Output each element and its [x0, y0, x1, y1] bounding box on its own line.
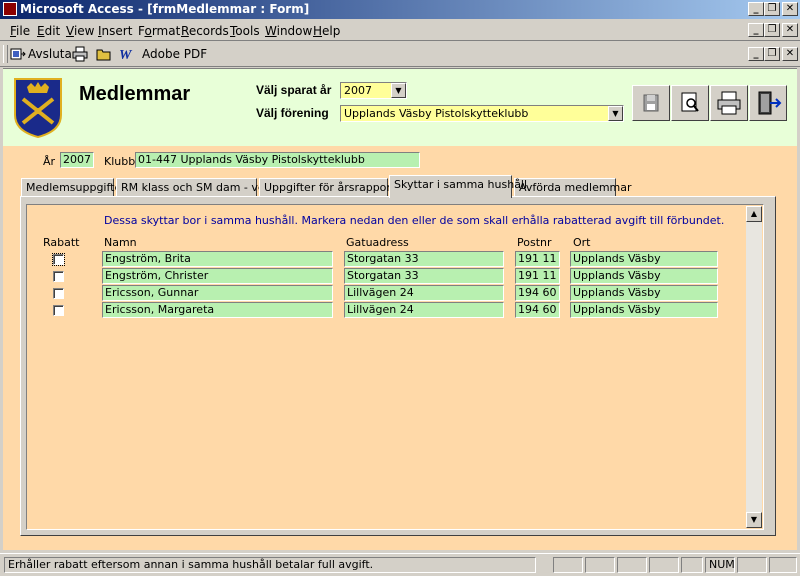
- rabatt-checkbox[interactable]: [53, 288, 64, 299]
- minimize-button[interactable]: _: [748, 2, 764, 16]
- club-crest-logo: [13, 77, 63, 139]
- column-header-ort: Ort: [573, 236, 591, 249]
- postnr-field[interactable]: 194 60: [515, 285, 560, 301]
- print-button[interactable]: [710, 85, 748, 121]
- namn-field[interactable]: Engström, Christer: [102, 268, 333, 284]
- doc-restore-button[interactable]: ❐: [764, 23, 780, 37]
- namn-field[interactable]: Engström, Brita: [102, 251, 333, 267]
- menu-edit[interactable]: Edit: [37, 24, 60, 38]
- num-lock-indicator: NUM: [705, 557, 735, 573]
- menu-window[interactable]: Window: [265, 24, 312, 38]
- column-header-namn: Namn: [104, 236, 137, 249]
- access-app-icon[interactable]: [3, 2, 17, 16]
- rabatt-checkbox[interactable]: [53, 305, 64, 316]
- window-title: Microsoft Access - [frmMedlemmar : Form]: [20, 2, 310, 16]
- adobe-pdf-button[interactable]: Adobe PDF: [142, 47, 207, 61]
- ort-field[interactable]: Upplands Väsby: [570, 268, 718, 284]
- year-combobox-value: 2007: [344, 84, 372, 97]
- household-instruction: Dessa skyttar bor i samma hushåll. Marke…: [104, 214, 725, 227]
- doc-minimize-button[interactable]: _: [748, 23, 764, 37]
- column-header-postnr: Postnr: [517, 236, 552, 249]
- menu-records[interactable]: Records: [181, 24, 229, 38]
- menu-file[interactable]: File: [10, 24, 30, 38]
- status-panel-8: [769, 557, 797, 573]
- column-header-rabatt: Rabatt: [43, 236, 80, 249]
- record-year-label: År: [43, 155, 56, 168]
- menu-insert[interactable]: Insert: [98, 24, 132, 38]
- print-icon[interactable]: [72, 46, 88, 62]
- menu-tools[interactable]: Tools: [230, 24, 260, 38]
- record-club-label: Klubb: [104, 155, 136, 168]
- menu-help[interactable]: Help: [313, 24, 340, 38]
- menu-view[interactable]: View: [66, 24, 94, 38]
- status-panel-1: [553, 557, 583, 573]
- exit-button[interactable]: Avsluta: [28, 47, 72, 61]
- close-button[interactable]: ✕: [782, 2, 798, 16]
- print-preview-button[interactable]: [671, 85, 709, 121]
- word-icon[interactable]: W: [118, 46, 134, 63]
- status-message: Erhåller rabatt eftersom annan i samma h…: [4, 557, 536, 573]
- rabatt-checkbox[interactable]: [52, 253, 65, 266]
- toolbar: Avsluta W Adobe PDF _ ❐ ✕: [0, 42, 800, 67]
- open-folder-icon[interactable]: [96, 46, 112, 62]
- club-combobox-value: Upplands Väsby Pistolskytteklubb: [344, 107, 529, 120]
- tb-restore-button[interactable]: ❐: [764, 47, 780, 61]
- menu-bar: File Edit View Insert Format Records Too…: [0, 19, 800, 41]
- scroll-down-icon[interactable]: ▼: [746, 512, 762, 528]
- ort-field[interactable]: Upplands Väsby: [570, 251, 718, 267]
- print-icon: [717, 91, 741, 115]
- exit-icon[interactable]: [10, 46, 26, 62]
- postnr-field[interactable]: 191 11: [515, 251, 560, 267]
- record-year-field[interactable]: 2007: [60, 152, 94, 168]
- status-bar: Erhåller rabatt eftersom annan i samma h…: [0, 553, 800, 576]
- postnr-field[interactable]: 191 11: [515, 268, 560, 284]
- status-panel-4: [649, 557, 679, 573]
- tab-avforda-medlemmar[interactable]: Avförda medlemmar: [514, 178, 632, 197]
- status-panel-2: [585, 557, 615, 573]
- gatuadress-field[interactable]: Storgatan 33: [344, 268, 504, 284]
- gatuadress-field[interactable]: Lillvägen 24: [344, 302, 504, 318]
- chevron-down-icon[interactable]: ▼: [391, 83, 406, 98]
- scroll-up-icon[interactable]: ▲: [746, 206, 762, 222]
- namn-field[interactable]: Ericsson, Margareta: [102, 302, 333, 318]
- save-icon: [643, 94, 659, 112]
- column-header-gatuadress: Gatuadress: [346, 236, 409, 249]
- ort-field[interactable]: Upplands Väsby: [570, 302, 718, 318]
- form-header: Medlemmar Välj sparat år 2007 ▼ Välj för…: [3, 68, 797, 146]
- restore-button[interactable]: ❐: [764, 2, 780, 16]
- ort-field[interactable]: Upplands Väsby: [570, 285, 718, 301]
- window-title-bar[interactable]: Microsoft Access - [frmMedlemmar : Form]…: [0, 0, 800, 19]
- record-club-field[interactable]: 01-447 Upplands Väsby Pistolskytteklubb: [135, 152, 420, 168]
- save-button[interactable]: [632, 85, 670, 121]
- tb-minimize-button[interactable]: _: [748, 47, 764, 61]
- preview-icon: [681, 92, 699, 112]
- tb-close-button[interactable]: ✕: [782, 47, 798, 61]
- tab-arsrapporten[interactable]: Uppgifter för årsrapporten: [259, 178, 409, 197]
- status-panel-7: [737, 557, 767, 573]
- tab-skyttar-samma-hushall[interactable]: Skyttar i samma hushåll: [389, 175, 527, 198]
- vertical-scrollbar[interactable]: ▲ ▼: [746, 206, 762, 528]
- gatuadress-field[interactable]: Storgatan 33: [344, 251, 504, 267]
- rabatt-checkbox[interactable]: [53, 271, 64, 282]
- form-title: Medlemmar: [79, 83, 191, 105]
- namn-field[interactable]: Ericsson, Gunnar: [102, 285, 333, 301]
- toolbar-grip[interactable]: [3, 45, 8, 63]
- gatuadress-field[interactable]: Lillvägen 24: [344, 285, 504, 301]
- tab-medlemsuppgifter[interactable]: Medlemsuppgifter: [21, 178, 126, 197]
- status-panel-5: [681, 557, 703, 573]
- club-combobox[interactable]: Upplands Väsby Pistolskytteklubb ▼: [340, 105, 624, 122]
- tab-rm-klass[interactable]: RM klass och SM dam - vet: [116, 178, 269, 197]
- chevron-down-icon[interactable]: ▼: [608, 106, 623, 121]
- year-combobox[interactable]: 2007 ▼: [340, 82, 407, 99]
- svg-text:W: W: [119, 48, 133, 62]
- year-select-label: Välj sparat år: [256, 83, 332, 97]
- postnr-field[interactable]: 194 60: [515, 302, 560, 318]
- doc-close-button[interactable]: ✕: [782, 23, 798, 37]
- menu-format[interactable]: Format: [138, 24, 180, 38]
- exit-door-icon: [758, 91, 782, 115]
- status-panel-3: [617, 557, 647, 573]
- close-form-button[interactable]: [749, 85, 787, 121]
- club-select-label: Välj förening: [256, 106, 329, 120]
